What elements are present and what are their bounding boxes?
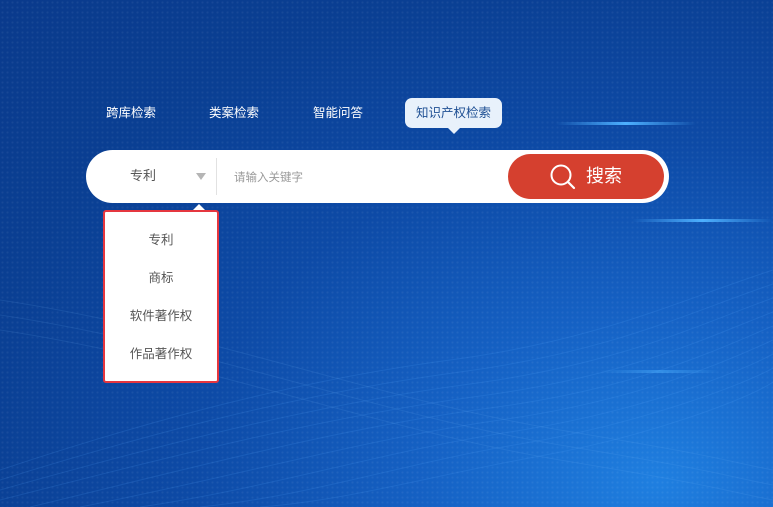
dropdown-option-patent[interactable]: 专利 xyxy=(105,227,217,253)
dropdown-option-trademark[interactable]: 商标 xyxy=(105,265,217,291)
search-type-selected-value: 专利 xyxy=(130,169,157,184)
dropdown-option-software-copyright[interactable]: 软件著作权 xyxy=(105,303,217,329)
magnifier-icon xyxy=(550,164,576,190)
tab-similar-case-search[interactable]: 类案检索 xyxy=(209,98,259,128)
light-streak xyxy=(600,370,720,373)
dropdown-option-work-copyright[interactable]: 作品著作权 xyxy=(105,341,217,367)
light-streak xyxy=(632,219,773,222)
search-bar: 专利 搜索 xyxy=(86,150,669,203)
search-divider xyxy=(216,158,217,195)
caret-down-icon xyxy=(196,173,206,180)
tab-smart-qa[interactable]: 智能问答 xyxy=(313,98,363,128)
tab-ip-search[interactable]: 知识产权检索 xyxy=(405,98,503,134)
search-type-dropdown: 专利 商标 软件著作权 作品著作权 xyxy=(103,204,219,383)
search-button[interactable]: 搜索 xyxy=(508,154,664,199)
tab-cross-database-search[interactable]: 跨库检索 xyxy=(106,98,156,128)
search-type-select[interactable]: 专利 xyxy=(86,150,216,203)
light-streak xyxy=(556,122,696,125)
search-button-label: 搜索 xyxy=(586,166,622,186)
